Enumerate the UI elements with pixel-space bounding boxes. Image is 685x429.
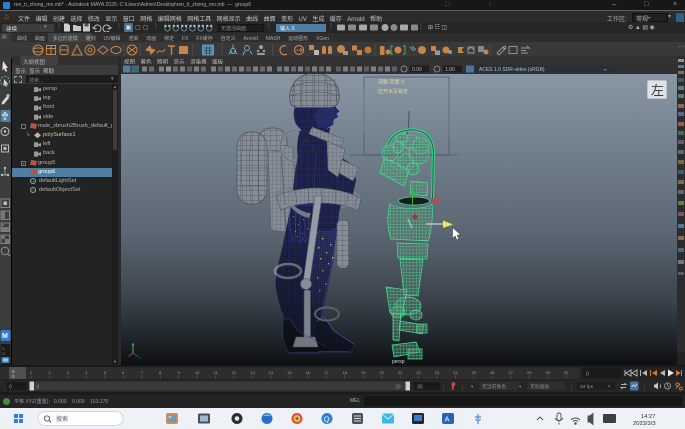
svg-text:14:27: 14:27 (641, 414, 656, 420)
svg-text:|: | (571, 385, 573, 391)
svg-text:10: 10 (195, 370, 200, 375)
svg-text:13: 13 (250, 370, 255, 375)
svg-text:M: M (2, 333, 8, 340)
svg-text:17: 17 (324, 370, 329, 375)
svg-text:0: 0 (37, 385, 40, 391)
svg-text:27: 27 (509, 370, 514, 375)
svg-text:15: 15 (287, 370, 292, 375)
svg-text:O: O (2, 351, 5, 356)
svg-text:0.00: 0.00 (412, 67, 422, 73)
svg-text:无动画层: 无动画层 (530, 383, 549, 390)
svg-text:28: 28 (527, 370, 532, 375)
svg-text:▾: ▾ (519, 384, 522, 389)
svg-text:2023/3/3: 2023/3/3 (633, 421, 656, 427)
svg-text:|: | (443, 385, 445, 391)
svg-text:左: 左 (651, 83, 664, 98)
svg-text:⋯: ⋯ (678, 44, 685, 51)
svg-text:0: 0 (9, 385, 12, 391)
svg-text:搜索: 搜索 (56, 415, 68, 423)
svg-text:z: z (139, 355, 141, 360)
svg-text:24 fps: 24 fps (580, 384, 594, 390)
svg-text:A: A (445, 415, 450, 424)
svg-text:30: 30 (417, 385, 423, 391)
svg-text:25: 25 (472, 370, 477, 375)
svg-text:29: 29 (545, 370, 550, 375)
svg-text:ACES 1.0 SDR-video (sRGB): ACES 1.0 SDR-video (sRGB) (479, 67, 545, 73)
svg-text:22: 22 (416, 370, 421, 375)
svg-text:19: 19 (361, 370, 366, 375)
svg-text:18: 18 (342, 370, 347, 375)
svg-text:无当前角色: 无当前角色 (482, 383, 506, 390)
svg-text:Q: Q (324, 414, 330, 423)
svg-text:应开大写锁定: 应开大写锁定 (378, 88, 408, 95)
svg-text:1.00: 1.00 (445, 67, 455, 73)
svg-text:23: 23 (435, 370, 440, 375)
svg-text:26: 26 (490, 370, 495, 375)
svg-text:21: 21 (398, 370, 403, 375)
svg-text:20: 20 (379, 370, 384, 375)
svg-text:0: 0 (586, 372, 589, 378)
svg-text:24: 24 (453, 370, 458, 375)
svg-text:|: | (462, 385, 464, 391)
svg-text:12: 12 (232, 370, 237, 375)
svg-text:14: 14 (269, 370, 274, 375)
svg-text:▾: ▾ (604, 67, 606, 72)
svg-text:|: | (644, 385, 646, 391)
svg-text:▾: ▾ (471, 384, 474, 389)
svg-text:▾: ▾ (608, 384, 610, 389)
svg-text:30: 30 (564, 370, 569, 375)
svg-text:16: 16 (306, 370, 311, 375)
svg-text:30: 30 (395, 385, 401, 391)
svg-text:调整-资置 X: 调整-资置 X (378, 79, 405, 86)
